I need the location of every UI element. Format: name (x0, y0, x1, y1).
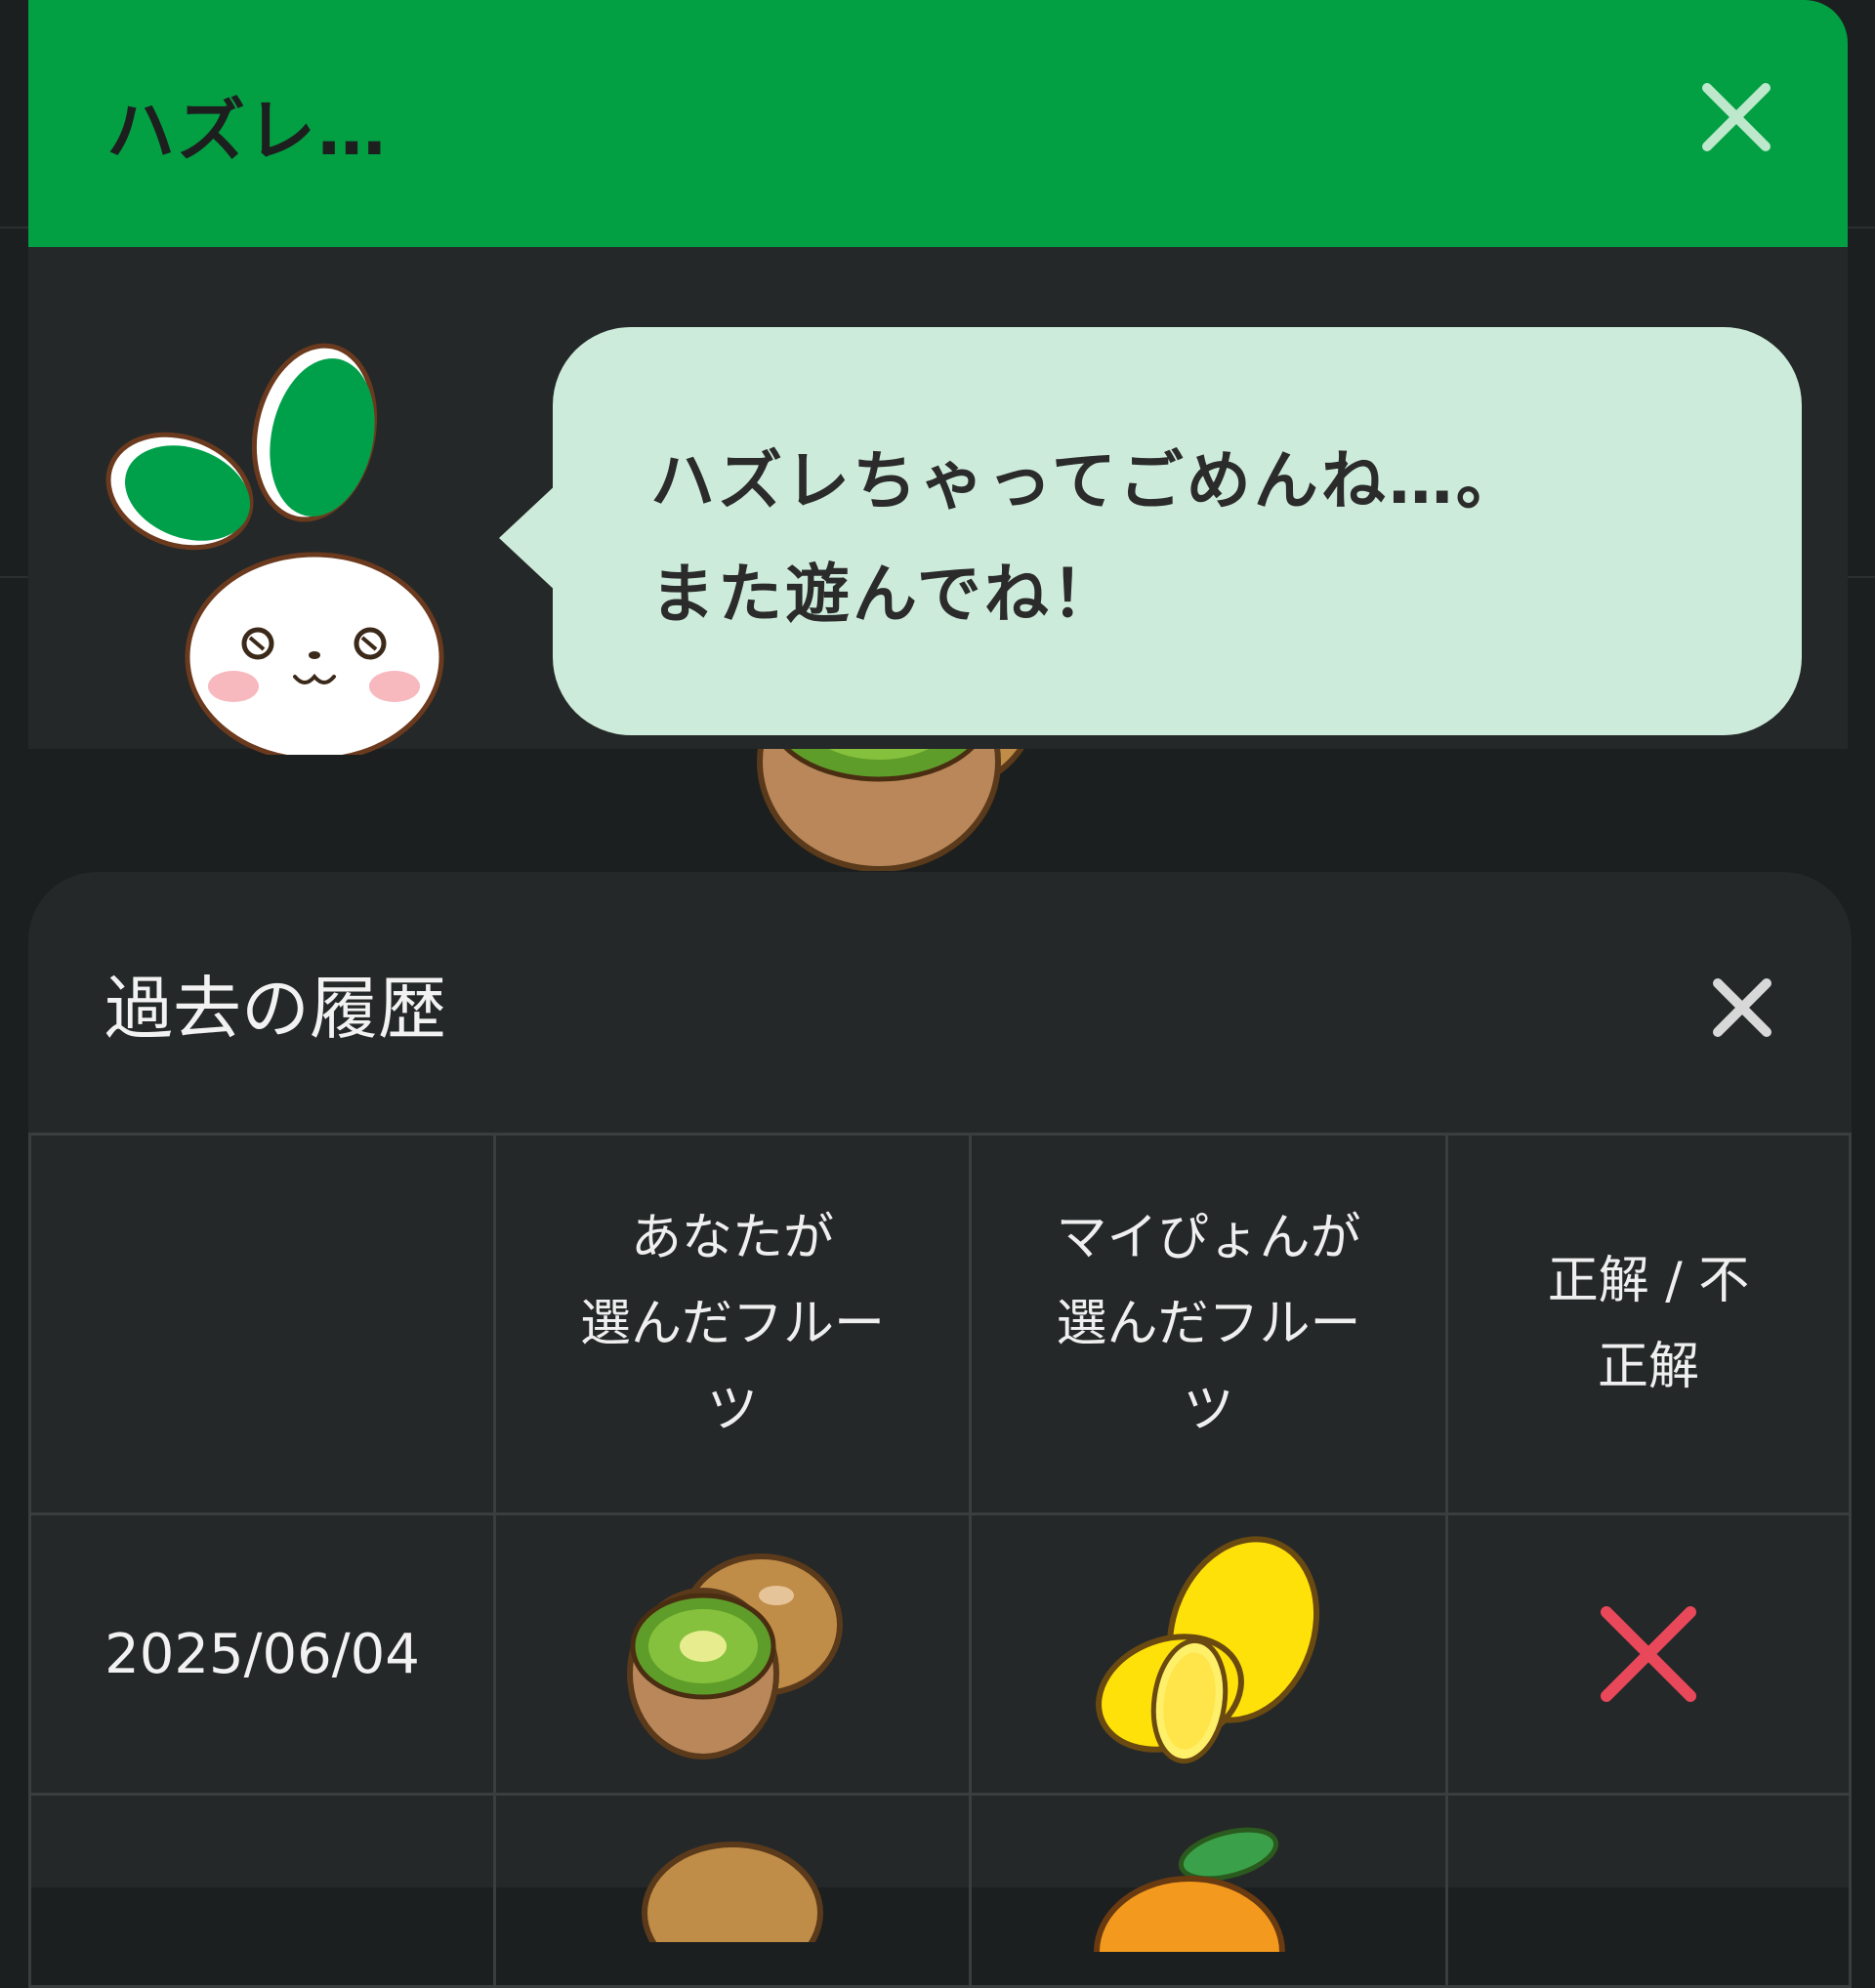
header-line: 正解 (1597, 1338, 1699, 1396)
result-dialog: ハズレ… ハズレちゃってごめんね…。 また遊んでね！ (28, 0, 1848, 763)
mascot-rabbit-icon (102, 325, 453, 763)
result-title: ハズレ… (106, 91, 388, 171)
lemon-icon (969, 1512, 1448, 1796)
cross-icon (1445, 1512, 1852, 1796)
table-header-date (28, 1133, 496, 1515)
table-cell-result (1445, 1793, 1852, 1988)
header-line: 正解 / 不 (1547, 1252, 1750, 1310)
speech-text: ハズレちゃってごめんね…。 また遊んでね！ (650, 425, 1743, 651)
table-row-date (28, 1793, 496, 1988)
result-body: ハズレちゃってごめんね…。 また遊んでね！ (28, 247, 1848, 763)
table-header-result: 正解 / 不 正解 (1445, 1133, 1852, 1515)
close-icon[interactable] (1697, 78, 1775, 156)
kiwi-icon (493, 1512, 972, 1796)
history-sheet: 過去の履歴 あなたが 選んだフルー ツ マイぴょんが 選んだフルー ツ 正解 / (28, 872, 1852, 1988)
close-icon[interactable] (1708, 973, 1776, 1042)
header-line: ツ (1183, 1381, 1234, 1439)
history-title: 過去の履歴 (104, 969, 446, 1049)
header-line: あなたが (630, 1209, 834, 1267)
header-line: 選んだフルー (579, 1295, 885, 1353)
header-line: マイぴょんが (1056, 1209, 1361, 1267)
table-header-your-fruit: あなたが 選んだフルー ツ (493, 1133, 972, 1515)
orange-icon (969, 1793, 1448, 1988)
kiwi-icon (493, 1793, 972, 1988)
header-line: 選んだフルー (1056, 1295, 1361, 1353)
table-row-date: 2025/06/04 (28, 1512, 496, 1796)
result-header: ハズレ… (28, 0, 1848, 247)
table-header-mypyon-fruit: マイぴょんが 選んだフルー ツ (969, 1133, 1448, 1515)
message-line-1: ハズレちゃってごめんね…。 (650, 443, 1523, 518)
speech-bubble: ハズレちゃってごめんね…。 また遊んでね！ (553, 327, 1802, 735)
history-date: 2025/06/04 (104, 1622, 420, 1686)
speech-bubble-tail (499, 481, 560, 595)
header-line: ツ (706, 1381, 758, 1439)
message-line-2: また遊んでね！ (650, 557, 1119, 632)
